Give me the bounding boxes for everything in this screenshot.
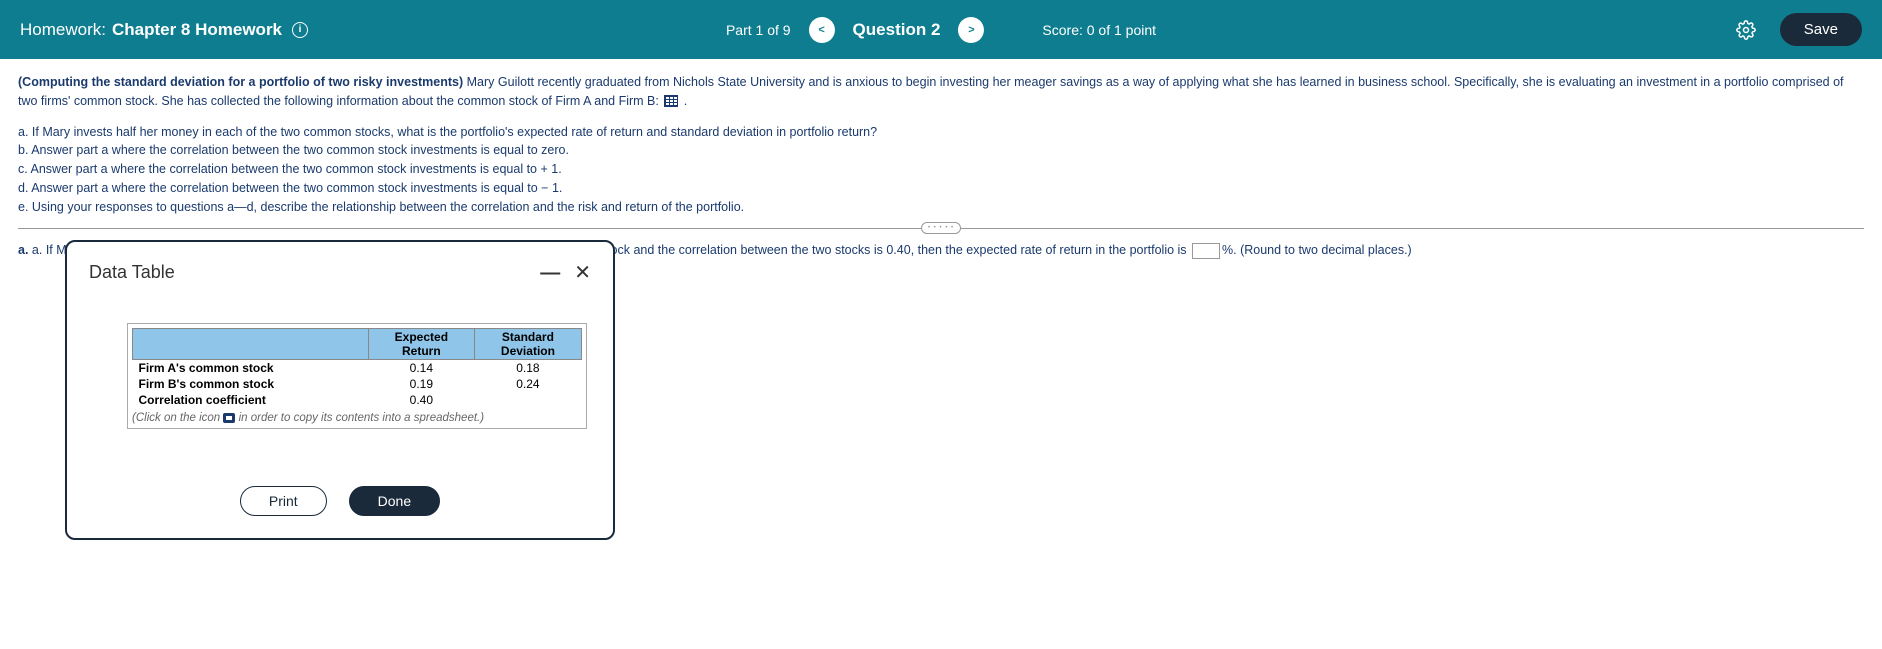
homework-label: Homework: xyxy=(20,20,106,40)
data-table-wrap: ExpectedReturn StandardDeviation Firm A'… xyxy=(127,323,587,429)
row1-sd: 0.18 xyxy=(474,360,581,377)
data-table-dialog: Data Table — ✕ ExpectedReturn StandardDe… xyxy=(65,240,615,540)
divider-handle[interactable]: • • • • • xyxy=(921,222,961,234)
col-stddev: StandardDeviation xyxy=(474,329,581,360)
answer-suffix: %. (Round to two decimal places.) xyxy=(1222,243,1412,257)
col-expected: ExpectedReturn xyxy=(368,329,474,360)
dialog-controls: — ✕ xyxy=(540,260,591,285)
data-table: ExpectedReturn StandardDeviation Firm A'… xyxy=(132,328,582,408)
table-row: Correlation coefficient 0.40 xyxy=(133,392,582,408)
info-icon[interactable]: i xyxy=(292,22,308,38)
question-d: d. Answer part a where the correlation b… xyxy=(18,179,1864,198)
question-a: a. If Mary invests half her money in eac… xyxy=(18,123,1864,142)
part-label: Part 1 of 9 xyxy=(726,22,791,38)
copy-hint: (Click on the icon in order to copy its … xyxy=(132,412,582,424)
question-c: c. Answer part a where the correlation b… xyxy=(18,160,1864,179)
answer-input[interactable] xyxy=(1192,243,1220,259)
row2-sd: 0.24 xyxy=(474,376,581,392)
question-label: Question 2 xyxy=(853,20,941,40)
print-button[interactable]: Print xyxy=(240,486,327,516)
col-blank xyxy=(133,329,369,360)
row3-er: 0.40 xyxy=(368,392,474,408)
row3-sd xyxy=(474,392,581,408)
copy-icon[interactable] xyxy=(223,413,235,423)
row1-label: Firm A's common stock xyxy=(133,360,369,377)
dialog-title: Data Table xyxy=(89,262,175,283)
row1-er: 0.14 xyxy=(368,360,474,377)
prev-question-button[interactable]: < xyxy=(809,17,835,43)
close-icon[interactable]: ✕ xyxy=(574,260,591,285)
question-list: a. If Mary invests half her money in eac… xyxy=(18,123,1864,217)
intro-bold: (Computing the standard deviation for a … xyxy=(18,75,463,89)
next-question-button[interactable]: > xyxy=(958,17,984,43)
homework-title: Chapter 8 Homework xyxy=(112,20,282,40)
header-bar: Homework: Chapter 8 Homework i Part 1 of… xyxy=(0,0,1882,59)
score-label: Score: 0 of 1 point xyxy=(1042,22,1156,38)
gear-icon[interactable] xyxy=(1736,20,1756,40)
table-row: Firm A's common stock 0.14 0.18 xyxy=(133,360,582,377)
header-center: Part 1 of 9 < Question 2 > Score: 0 of 1… xyxy=(726,17,1156,43)
dialog-buttons: Print Done xyxy=(67,486,613,516)
table-row: Firm B's common stock 0.19 0.24 xyxy=(133,376,582,392)
minimize-icon[interactable]: — xyxy=(540,268,560,278)
table-icon[interactable] xyxy=(664,95,678,107)
intro-paragraph: (Computing the standard deviation for a … xyxy=(18,73,1864,111)
row3-label: Correlation coefficient xyxy=(133,392,369,408)
row2-label: Firm B's common stock xyxy=(133,376,369,392)
save-button[interactable]: Save xyxy=(1780,13,1862,46)
row2-er: 0.19 xyxy=(368,376,474,392)
dialog-header: Data Table — ✕ xyxy=(89,260,591,285)
question-e: e. Using your responses to questions a—d… xyxy=(18,198,1864,217)
question-b: b. Answer part a where the correlation b… xyxy=(18,141,1864,160)
done-button[interactable]: Done xyxy=(349,486,440,516)
header-right: Save xyxy=(1736,13,1862,46)
